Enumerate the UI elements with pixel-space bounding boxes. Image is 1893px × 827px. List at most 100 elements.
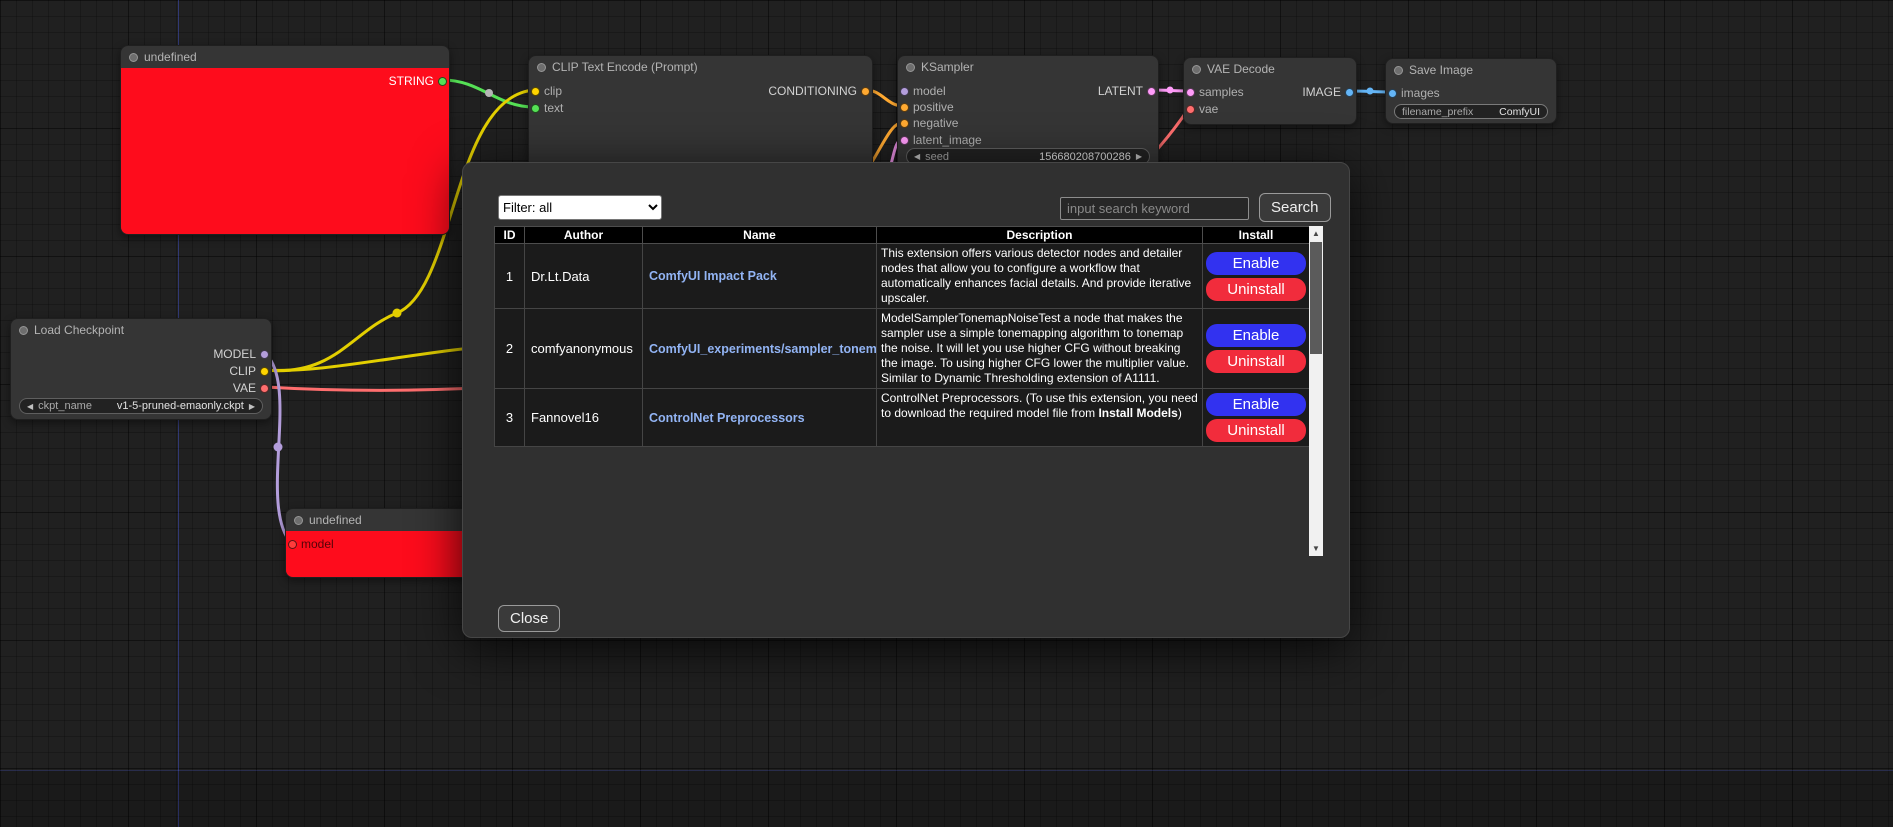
text-input-dot[interactable]: [531, 104, 540, 113]
search-button[interactable]: Search: [1259, 193, 1331, 222]
enable-button[interactable]: Enable: [1206, 324, 1306, 347]
output-slot-clip: CLIP: [11, 363, 271, 379]
string-output-dot[interactable]: [438, 77, 447, 86]
filter-select[interactable]: Filter: all: [498, 195, 662, 220]
node-collapse-dot-icon[interactable]: [19, 326, 28, 335]
widget-label: seed: [925, 151, 949, 163]
ext-install-cell: Enable Uninstall: [1203, 389, 1310, 447]
scroll-up-icon[interactable]: ▲: [1309, 226, 1323, 241]
header-description: Description: [877, 227, 1203, 244]
uninstall-button[interactable]: Uninstall: [1206, 278, 1306, 301]
node-collapse-dot-icon[interactable]: [294, 516, 303, 525]
node-collapse-dot-icon[interactable]: [1192, 65, 1201, 74]
node-title-bar[interactable]: KSampler: [898, 56, 1158, 78]
latent-output-dot[interactable]: [1147, 87, 1156, 96]
filename-prefix-widget[interactable]: filename_prefix ComfyUI: [1394, 104, 1548, 119]
link-dot[interactable]: [274, 443, 283, 452]
node-collapse-dot-icon[interactable]: [1394, 66, 1403, 75]
node-title: Save Image: [1409, 63, 1473, 77]
link-dot[interactable]: [485, 89, 493, 97]
extension-row: 1 Dr.Lt.Data ComfyUI Impact Pack This ex…: [495, 244, 1310, 309]
ckpt-name-widget[interactable]: ◀ ckpt_name v1-5-pruned-emaonly.ckpt ▶: [19, 398, 263, 414]
error-node-body: [121, 68, 449, 234]
output-label: CONDITIONING: [768, 84, 857, 98]
node-title-bar[interactable]: undefined: [121, 46, 449, 68]
input-label: samples: [1199, 85, 1244, 99]
node-collapse-dot-icon[interactable]: [129, 53, 138, 62]
table-scrollbar[interactable]: ▲ ▼: [1309, 226, 1323, 556]
input-slot-latent-image: latent_image: [898, 132, 982, 148]
extension-row: 3 Fannovel16 ControlNet Preprocessors Co…: [495, 389, 1310, 447]
install-custom-nodes-dialog: Filter: all Search ID Author Name Descri…: [462, 162, 1350, 638]
node-title-bar[interactable]: Load Checkpoint: [11, 319, 271, 341]
enable-button[interactable]: Enable: [1206, 393, 1306, 416]
input-slot-samples: samples: [1184, 84, 1244, 100]
scrollbar-thumb[interactable]: [1310, 242, 1322, 354]
header-name: Name: [643, 227, 877, 244]
link-dot[interactable]: [1367, 88, 1374, 95]
positive-input-dot[interactable]: [900, 103, 909, 112]
enable-button[interactable]: Enable: [1206, 252, 1306, 275]
negative-input-dot[interactable]: [900, 119, 909, 128]
widget-label: ckpt_name: [38, 400, 92, 412]
description-bold-text: Install Models: [1098, 406, 1177, 420]
header-install: Install: [1203, 227, 1310, 244]
input-label: vae: [1199, 102, 1218, 116]
widget-label: filename_prefix: [1402, 106, 1473, 118]
model-input-dot[interactable]: [288, 540, 297, 549]
description-text: ): [1178, 406, 1182, 420]
scroll-down-icon[interactable]: ▼: [1309, 541, 1323, 556]
ext-link[interactable]: ComfyUI Impact Pack: [649, 269, 777, 283]
clip-input-dot[interactable]: [531, 87, 540, 96]
ext-link[interactable]: ComfyUI_experiments/sampler_tonemap: [649, 342, 877, 356]
node-undefined-top[interactable]: undefined STRING: [120, 45, 450, 235]
ext-id: 2: [495, 309, 525, 389]
prev-arrow-icon[interactable]: ◀: [27, 398, 33, 414]
node-collapse-dot-icon[interactable]: [537, 63, 546, 72]
image-output-dot[interactable]: [1345, 88, 1354, 97]
node-title: Load Checkpoint: [34, 323, 124, 337]
model-input-dot[interactable]: [900, 87, 909, 96]
node-title-bar[interactable]: Save Image: [1386, 59, 1556, 81]
table-header-row: ID Author Name Description Install: [495, 227, 1310, 244]
output-label: STRING: [389, 74, 434, 88]
header-author: Author: [525, 227, 643, 244]
node-collapse-dot-icon[interactable]: [906, 63, 915, 72]
link-dot[interactable]: [1167, 87, 1174, 94]
ext-author: comfyanonymous: [525, 309, 643, 389]
next-arrow-icon[interactable]: ▶: [249, 398, 255, 414]
uninstall-button[interactable]: Uninstall: [1206, 350, 1306, 373]
vae-output-dot[interactable]: [260, 384, 269, 393]
output-slot-vae: VAE: [11, 380, 271, 396]
conditioning-output-dot[interactable]: [861, 87, 870, 96]
output-label: VAE: [233, 381, 256, 395]
output-label: LATENT: [1098, 84, 1143, 98]
input-label: model: [913, 84, 946, 98]
input-slot-positive: positive: [898, 99, 954, 115]
model-output-dot[interactable]: [260, 350, 269, 359]
node-vae-decode[interactable]: VAE Decode samples vae IMAGE: [1183, 57, 1357, 125]
vae-input-dot[interactable]: [1186, 105, 1195, 114]
search-input[interactable]: [1060, 197, 1249, 220]
extensions-table: ID Author Name Description Install 1 Dr.…: [494, 226, 1310, 447]
images-input-dot[interactable]: [1388, 89, 1397, 98]
close-button[interactable]: Close: [498, 605, 560, 632]
clip-output-dot[interactable]: [260, 367, 269, 376]
ext-id: 3: [495, 389, 525, 447]
ext-author: Dr.Lt.Data: [525, 244, 643, 309]
samples-input-dot[interactable]: [1186, 88, 1195, 97]
input-slot-clip: clip: [529, 83, 562, 99]
node-title-bar[interactable]: CLIP Text Encode (Prompt): [529, 56, 872, 78]
uninstall-button[interactable]: Uninstall: [1206, 419, 1306, 442]
node-load-checkpoint[interactable]: Load Checkpoint MODEL CLIP VAE ◀ ckpt_na…: [10, 318, 272, 420]
ext-link[interactable]: ControlNet Preprocessors: [649, 411, 805, 425]
link-dot[interactable]: [393, 309, 402, 318]
output-label: MODEL: [213, 347, 256, 361]
widget-value: v1-5-pruned-emaonly.ckpt: [117, 400, 244, 412]
latent-image-input-dot[interactable]: [900, 136, 909, 145]
output-slot-model: MODEL: [11, 346, 271, 362]
node-graph-canvas[interactable]: undefined STRING CLIP Text Encode (Promp…: [0, 0, 1893, 827]
widget-value: 156680208700286: [1039, 151, 1131, 163]
node-title-bar[interactable]: VAE Decode: [1184, 58, 1356, 80]
node-save-image[interactable]: Save Image images filename_prefix ComfyU…: [1385, 58, 1557, 124]
